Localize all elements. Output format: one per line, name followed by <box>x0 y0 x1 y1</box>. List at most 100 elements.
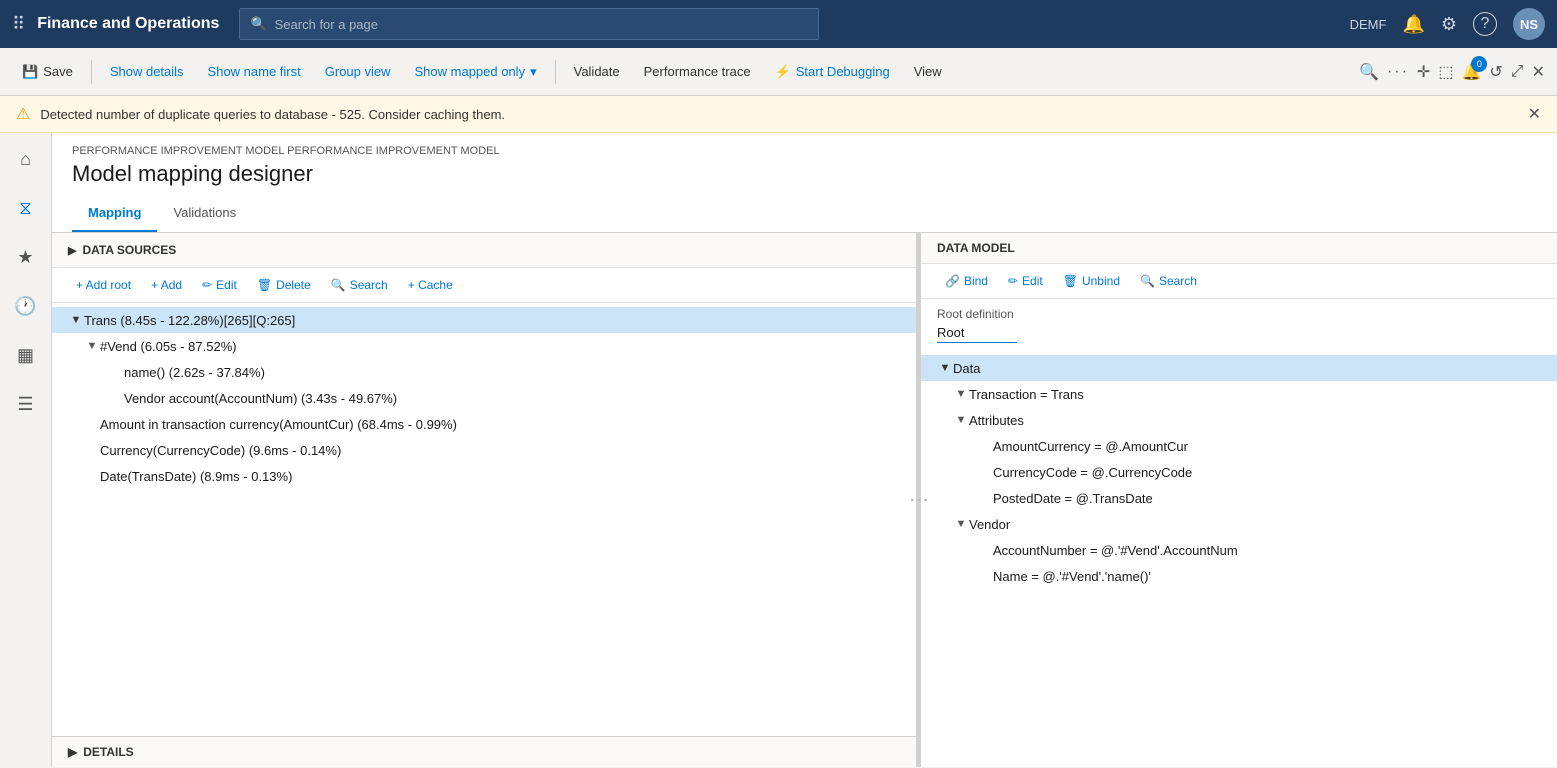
page-title: Model mapping designer <box>72 161 1537 187</box>
toolbar-right-area: 🔍 ··· ✛ ⬚ 🔔 0 ↺ ⤢ ✕ <box>1359 62 1545 82</box>
add-button[interactable]: + Add <box>143 274 190 296</box>
tree-toggle-data[interactable]: ▼ <box>937 362 953 374</box>
page-header: PERFORMANCE IMPROVEMENT MODEL PERFORMANC… <box>52 133 1557 195</box>
content-area: PERFORMANCE IMPROVEMENT MODEL PERFORMANC… <box>52 133 1557 767</box>
details-bar[interactable]: ▶ DETAILS <box>52 736 916 767</box>
bind-button[interactable]: 🔗 Bind <box>937 270 996 292</box>
unbind-icon: 🗑 <box>1063 274 1078 288</box>
warning-icon: ⚠ <box>16 104 30 124</box>
more-icon[interactable]: ··· <box>1387 63 1409 81</box>
data-model-header: DATA MODEL <box>921 233 1557 264</box>
add-root-button[interactable]: + Add root <box>68 274 139 296</box>
sidebar-favorites-icon[interactable]: ★ <box>11 241 39 274</box>
cross-reference-icon[interactable]: ✛ <box>1417 62 1430 82</box>
sidebar-modules-icon[interactable]: ☰ <box>11 388 39 421</box>
left-sidebar: ⌂ ⧖ ★ 🕐 ▦ ☰ <box>0 133 52 767</box>
tree-item-trans[interactable]: ▼ Trans (8.45s - 122.28%)[265][Q:265] <box>52 307 916 333</box>
tree-toggle-trans[interactable]: ▼ <box>68 314 84 326</box>
sidebar-workspaces-icon[interactable]: ▦ <box>11 339 40 372</box>
toolbar-separator-1 <box>91 60 92 84</box>
expand-icon[interactable]: ⬚ <box>1438 62 1453 82</box>
tree-item-transaction[interactable]: ▼ Transaction = Trans <box>921 381 1557 407</box>
cache-button[interactable]: + Cache <box>400 274 461 296</box>
sidebar-recent-icon[interactable]: 🕐 <box>8 290 42 323</box>
global-search[interactable]: 🔍 Search for a page <box>239 8 819 40</box>
validate-button[interactable]: Validate <box>564 60 630 83</box>
search-placeholder: Search for a page <box>275 17 378 32</box>
root-definition: Root definition Root <box>921 299 1557 351</box>
tree-item-currency-code[interactable]: CurrencyCode = @.CurrencyCode <box>921 459 1557 485</box>
details-toggle-icon: ▶ <box>68 745 77 759</box>
help-icon[interactable]: ? <box>1473 12 1497 36</box>
data-model-pane: DATA MODEL 🔗 Bind ✏ Edit 🗑 Unbind <box>921 233 1557 767</box>
tree-item-posted-date[interactable]: PostedDate = @.TransDate <box>921 485 1557 511</box>
nav-right-area: DEMF 🔔 ⚙ ? NS <box>1350 8 1545 40</box>
avatar[interactable]: NS <box>1513 8 1545 40</box>
start-debugging-button[interactable]: ⚡ Start Debugging <box>765 60 900 84</box>
close-icon[interactable]: ✕ <box>1532 62 1545 82</box>
edit-datasource-button[interactable]: ✏ Edit <box>194 274 245 296</box>
search-icon-toolbar[interactable]: 🔍 <box>1359 62 1379 82</box>
sidebar-home-icon[interactable]: ⌂ <box>14 143 37 176</box>
tree-item-vend[interactable]: ▼ #Vend (6.05s - 87.52%) <box>52 333 916 359</box>
show-mapped-button[interactable]: Show mapped only ▾ <box>405 60 547 84</box>
save-button[interactable]: 💾 Save <box>12 60 83 84</box>
tree-item-account-number[interactable]: AccountNumber = @.'#Vend'.AccountNum <box>921 537 1557 563</box>
search-model-button[interactable]: 🔍 Search <box>1132 270 1205 292</box>
debug-icon: ⚡ <box>775 64 791 80</box>
data-sources-tree: ▼ Trans (8.45s - 122.28%)[265][Q:265] ▼ … <box>52 303 916 736</box>
show-name-button[interactable]: Show name first <box>198 60 311 83</box>
search-icon: 🔍 <box>1140 274 1155 288</box>
split-pane: ▶ DATA SOURCES + Add root + Add ✏ Edit <box>52 233 1557 767</box>
data-sources-toolbar: + Add root + Add ✏ Edit 🗑 Delete 🔍 <box>52 268 916 303</box>
tree-item-currency[interactable]: Currency(CurrencyCode) (9.6ms - 0.14%) <box>52 437 916 463</box>
tab-validations[interactable]: Validations <box>157 195 252 232</box>
performance-trace-button[interactable]: Performance trace <box>634 60 761 83</box>
alert-message: Detected number of duplicate queries to … <box>40 107 505 122</box>
tree-item-amount-currency[interactable]: AmountCurrency = @.AmountCur <box>921 433 1557 459</box>
unbind-button[interactable]: 🗑 Unbind <box>1055 270 1128 292</box>
save-icon: 💾 <box>22 64 38 80</box>
tree-item-date[interactable]: Date(TransDate) (8.9ms - 0.13%) <box>52 463 916 489</box>
delete-datasource-button[interactable]: 🗑 Delete <box>249 274 319 296</box>
env-label: DEMF <box>1350 17 1387 32</box>
search-icon: 🔍 <box>250 16 266 32</box>
edit-model-button[interactable]: ✏ Edit <box>1000 270 1051 292</box>
details-label: DETAILS <box>83 745 133 759</box>
data-model-toolbar: 🔗 Bind ✏ Edit 🗑 Unbind 🔍 Search <box>921 264 1557 299</box>
tree-toggle-vend[interactable]: ▼ <box>84 340 100 352</box>
search-datasource-button[interactable]: 🔍 Search <box>323 274 396 296</box>
tree-item-data[interactable]: ▼ Data <box>921 355 1557 381</box>
dropdown-arrow-icon: ▾ <box>530 64 537 80</box>
tab-mapping[interactable]: Mapping <box>72 195 157 232</box>
data-sources-expand-icon[interactable]: ▶ <box>68 244 76 257</box>
notification-badge[interactable]: 🔔 0 <box>1461 62 1481 82</box>
refresh-icon[interactable]: ↺ <box>1489 62 1502 82</box>
tree-item-attributes[interactable]: ▼ Attributes <box>921 407 1557 433</box>
show-details-button[interactable]: Show details <box>100 60 194 83</box>
view-button[interactable]: View <box>904 60 952 83</box>
data-sources-pane: ▶ DATA SOURCES + Add root + Add ✏ Edit <box>52 233 917 767</box>
search-icon: 🔍 <box>331 278 346 292</box>
tree-toggle-vendor[interactable]: ▼ <box>953 518 969 530</box>
gear-icon[interactable]: ⚙ <box>1441 14 1457 35</box>
top-navigation: ⠿ Finance and Operations 🔍 Search for a … <box>0 0 1557 48</box>
tree-item-name-model[interactable]: Name = @.'#Vend'.'name()' <box>921 563 1557 589</box>
tree-item-name[interactable]: name() (2.62s - 37.84%) <box>52 359 916 385</box>
edit-icon: ✏ <box>1008 274 1018 288</box>
main-layout: ⌂ ⧖ ★ 🕐 ▦ ☰ PERFORMANCE IMPROVEMENT MODE… <box>0 133 1557 767</box>
tree-item-vendor-account[interactable]: Vendor account(AccountNum) (3.43s - 49.6… <box>52 385 916 411</box>
open-new-icon[interactable]: ⤢ <box>1511 63 1524 81</box>
bell-icon[interactable]: 🔔 <box>1402 14 1424 35</box>
nav-grid-icon[interactable]: ⠿ <box>12 14 25 35</box>
edit-icon: ✏ <box>202 278 212 292</box>
group-view-button[interactable]: Group view <box>315 60 401 83</box>
app-title: Finance and Operations <box>37 15 219 33</box>
tree-toggle-attributes[interactable]: ▼ <box>953 414 969 426</box>
sidebar-filter-icon[interactable]: ⧖ <box>13 192 38 225</box>
tree-toggle-transaction[interactable]: ▼ <box>953 388 969 400</box>
data-sources-header: ▶ DATA SOURCES <box>52 233 916 268</box>
tree-item-amount[interactable]: Amount in transaction currency(AmountCur… <box>52 411 916 437</box>
alert-close-button[interactable]: ✕ <box>1528 104 1541 124</box>
tree-item-vendor[interactable]: ▼ Vendor <box>921 511 1557 537</box>
